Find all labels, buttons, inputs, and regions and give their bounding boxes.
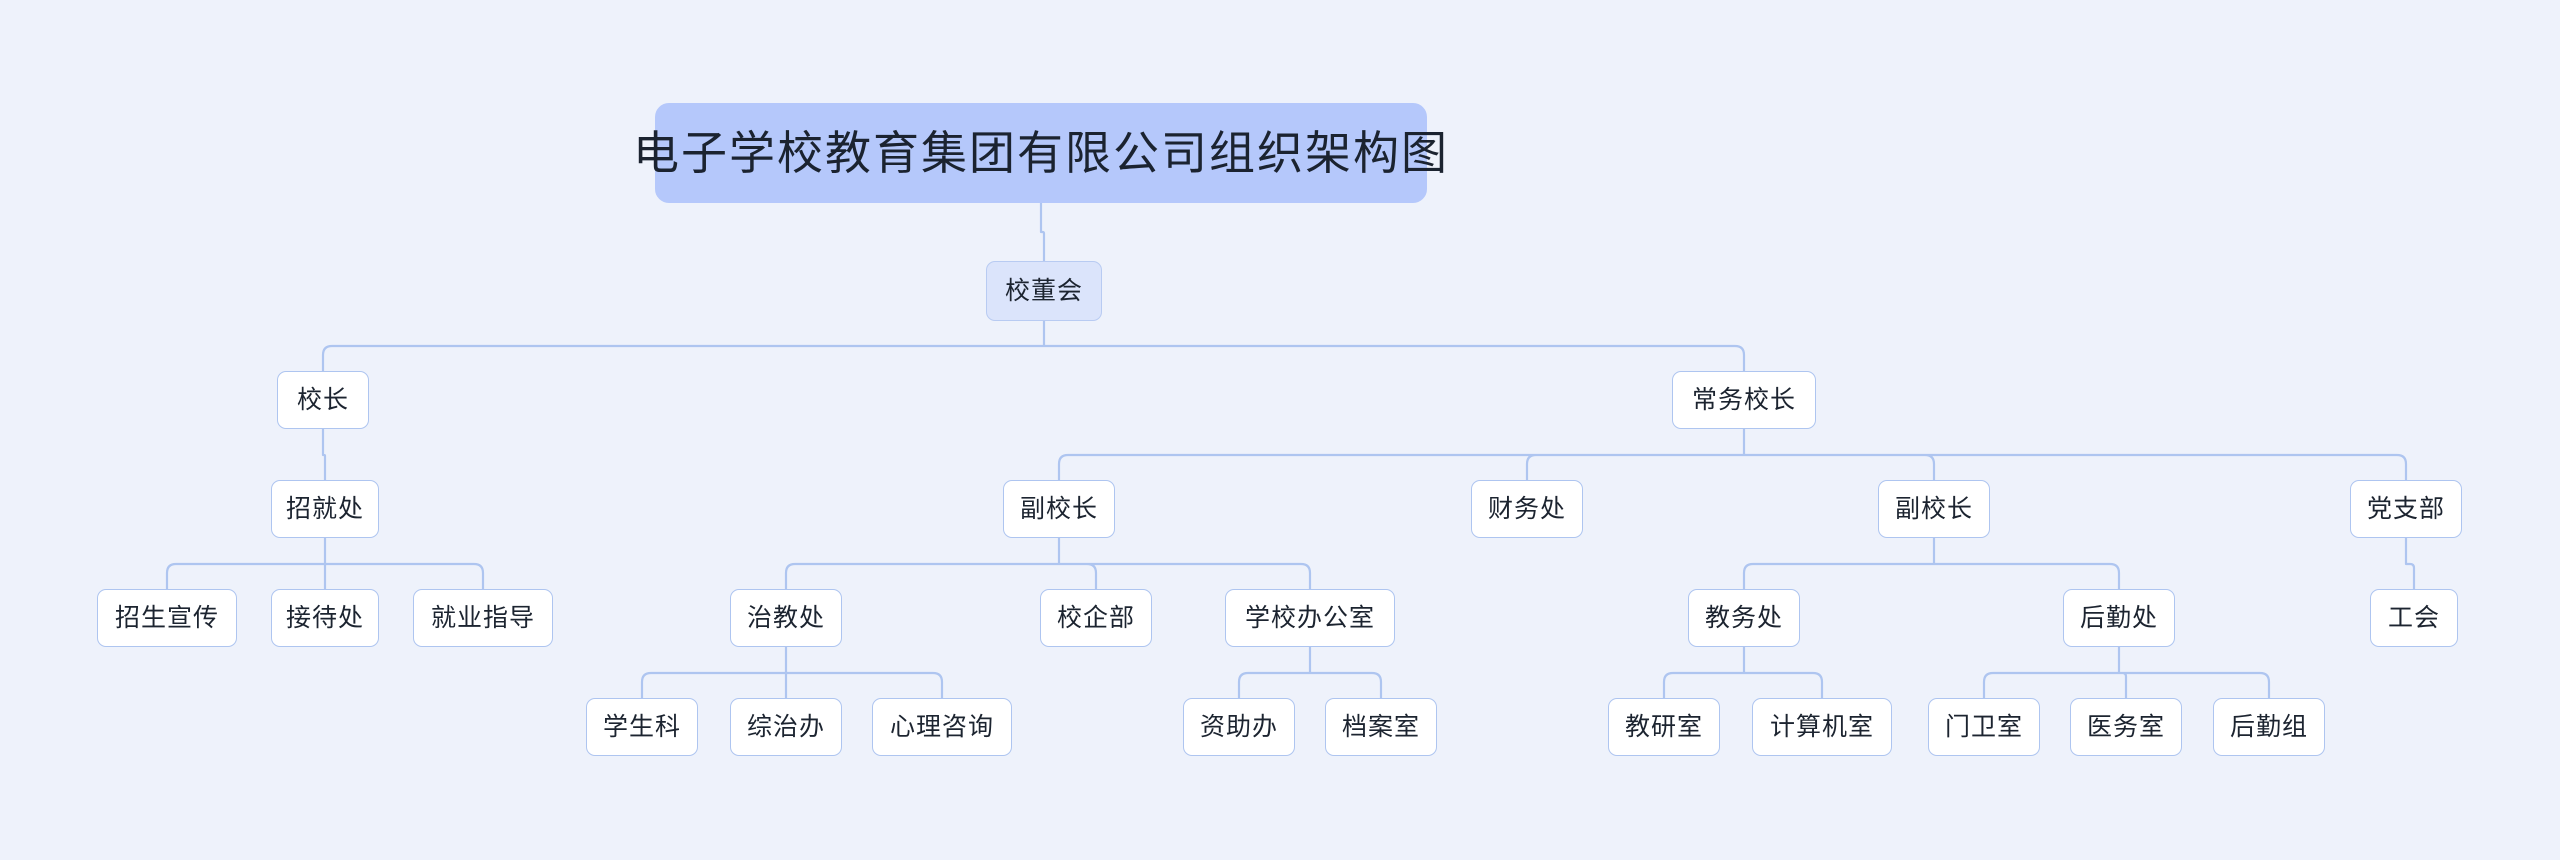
connector-from-exec xyxy=(1057,427,2408,482)
org-node-recruit[interactable]: 招就处 xyxy=(271,480,379,538)
org-node-career[interactable]: 就业指导 xyxy=(413,589,553,647)
org-node-union[interactable]: 工会 xyxy=(2370,589,2458,647)
connector-from-vice1 xyxy=(784,536,1312,591)
connector-from-recruit xyxy=(165,536,485,591)
org-node-vice2[interactable]: 副校长 xyxy=(1878,480,1990,538)
org-node-principal[interactable]: 校长 xyxy=(277,371,369,429)
org-node-academic[interactable]: 教务处 xyxy=(1688,589,1800,647)
org-node-ad_pub[interactable]: 招生宣传 xyxy=(97,589,237,647)
org-node-school_off[interactable]: 学校办公室 xyxy=(1225,589,1395,647)
org-node-exec[interactable]: 常务校长 xyxy=(1672,371,1816,429)
chart-title-node: 电子学校教育集团有限公司组织架构图 xyxy=(633,103,1447,203)
org-node-medical[interactable]: 医务室 xyxy=(2070,698,2182,756)
connector-from-title xyxy=(1039,201,1046,263)
org-node-finance[interactable]: 财务处 xyxy=(1471,480,1583,538)
org-node-logistics[interactable]: 后勤处 xyxy=(2063,589,2175,647)
connector-from-board xyxy=(321,319,1746,373)
org-node-board[interactable]: 校董会 xyxy=(986,261,1102,321)
org-node-vice1[interactable]: 副校长 xyxy=(1003,480,1115,538)
org-node-research[interactable]: 教研室 xyxy=(1608,698,1720,756)
org-node-school_ent[interactable]: 校企部 xyxy=(1040,589,1152,647)
org-node-aid_off[interactable]: 资助办 xyxy=(1183,698,1295,756)
org-node-psych[interactable]: 心理咨询 xyxy=(872,698,1012,756)
connector-from-party xyxy=(2404,536,2416,591)
org-node-gate[interactable]: 门卫室 xyxy=(1928,698,2040,756)
org-node-reception[interactable]: 接待处 xyxy=(271,589,379,647)
org-node-log_team[interactable]: 后勤组 xyxy=(2213,698,2325,756)
org-node-comp_gov[interactable]: 综治办 xyxy=(730,698,842,756)
connector-from-principal xyxy=(321,427,327,482)
connector-from-school_off xyxy=(1237,645,1383,700)
connector-from-vice2 xyxy=(1742,536,2121,591)
org-node-disc_edu[interactable]: 治教处 xyxy=(730,589,842,647)
org-node-archive[interactable]: 档案室 xyxy=(1325,698,1437,756)
org-node-party[interactable]: 党支部 xyxy=(2350,480,2462,538)
connector-from-academic xyxy=(1662,645,1824,700)
org-node-stu_sec[interactable]: 学生科 xyxy=(586,698,698,756)
org-chart-canvas: 电子学校教育集团有限公司组织架构图校董会校长 常务校长招就处 副校长 财务处 副校长 党支… xyxy=(0,0,2560,860)
connector-from-logistics xyxy=(1982,645,2271,700)
org-node-computer[interactable]: 计算机室 xyxy=(1752,698,1892,756)
connector-from-disc_edu xyxy=(640,645,944,700)
